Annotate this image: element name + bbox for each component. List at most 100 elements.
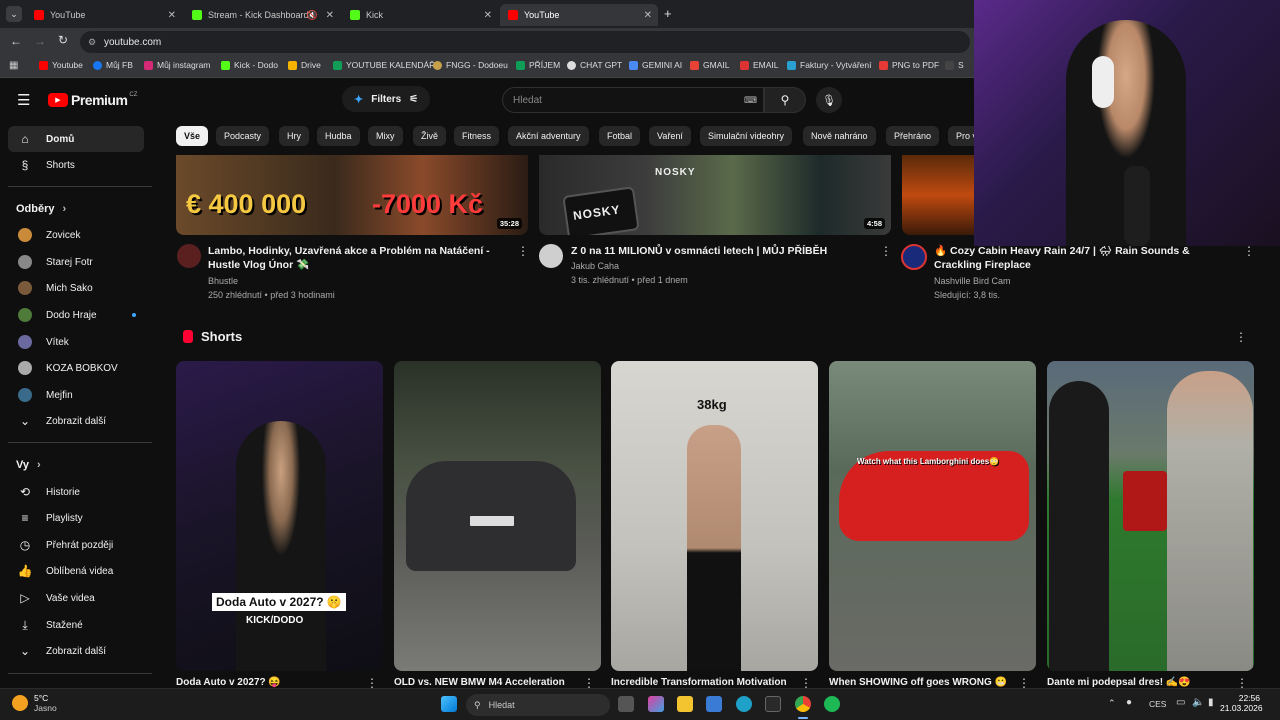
sidebar-item-watch-later[interactable]: ◷ Přehrát později: [8, 532, 144, 558]
terminal-icon[interactable]: [765, 696, 781, 712]
bookmark-fngg[interactable]: FNGG - Dodoeu: [433, 60, 508, 70]
keyboard-icon[interactable]: ⌨: [744, 95, 757, 106]
filters-button[interactable]: ✦ Filters ⚟: [342, 86, 431, 112]
edge-icon[interactable]: [736, 696, 752, 712]
chip-recently-uploaded[interactable]: Nově nahráno: [803, 126, 876, 146]
site-info-icon[interactable]: ⚙: [88, 37, 96, 48]
video-thumbnail[interactable]: NOSKY NOSKY 4:58: [539, 155, 891, 235]
close-icon[interactable]: ✕: [644, 10, 652, 21]
sidebar-item-history[interactable]: ⟲ Historie: [8, 479, 144, 505]
chip-watched[interactable]: Přehráno: [886, 126, 940, 146]
short-title[interactable]: OLD vs. NEW BMW M4 Acceleration: [394, 677, 565, 688]
spotify-icon[interactable]: [824, 696, 840, 712]
you-header[interactable]: Vy ›: [16, 459, 41, 471]
video-title[interactable]: 🔥 Cozy Cabin Heavy Rain 24/7 | 🌧 Rain So…: [934, 244, 1234, 272]
short-title[interactable]: Dante mi podepsal dres! ✍️😍: [1047, 677, 1191, 688]
bookmark-instagram[interactable]: Můj instagram: [144, 60, 210, 70]
chrome-icon[interactable]: [795, 696, 811, 712]
sidebar-item-your-videos[interactable]: ▷ Vaše videa: [8, 585, 144, 611]
youtube-logo[interactable]: ▶ Premium CZ: [48, 92, 137, 108]
url-field[interactable]: ⚙ youtube.com: [80, 31, 970, 53]
bookmark-chatgpt[interactable]: CHAT GPT: [567, 60, 622, 70]
chip-games[interactable]: Hry: [279, 126, 309, 146]
video-thumbnail[interactable]: € 400 000 -7000 Kč 35:28: [176, 155, 528, 235]
chip-podcasts[interactable]: Podcasty: [216, 126, 270, 146]
subscriptions-header[interactable]: Odběry ›: [16, 203, 66, 215]
short-thumbnail[interactable]: 38kg: [611, 361, 818, 671]
video-thumbnail[interactable]: [902, 155, 974, 235]
chip-for-you[interactable]: Pro v: [948, 126, 974, 146]
short-thumbnail[interactable]: [1047, 361, 1254, 671]
short-title[interactable]: When SHOWING off goes WRONG 😬: [829, 677, 1007, 688]
channel-avatar[interactable]: [177, 244, 201, 268]
back-icon[interactable]: ←: [10, 34, 22, 48]
sidebar-subs-show-more[interactable]: ⌄ Zobrazit další: [8, 408, 144, 434]
start-icon[interactable]: [441, 696, 457, 712]
tab-search-button[interactable]: ⌄: [6, 6, 22, 22]
chip-live[interactable]: Živě: [413, 126, 447, 146]
copilot-icon[interactable]: [648, 696, 664, 712]
channel-name[interactable]: Jakub Caha: [571, 259, 619, 273]
bookmark-gmail[interactable]: GMAIL: [690, 60, 729, 70]
sidebar-sub-dodo-hraje[interactable]: Dodo Hraje: [8, 302, 144, 328]
new-tab-button[interactable]: +: [664, 6, 672, 21]
sidebar-sub-mich-sako[interactable]: Mich Sako: [8, 275, 144, 301]
apps-icon[interactable]: ▦: [9, 60, 18, 71]
weather-widget[interactable]: 5°C Jasno: [12, 693, 57, 713]
channel-avatar[interactable]: [901, 244, 927, 270]
sidebar-item-downloads[interactable]: ⤓ Stažené: [8, 612, 144, 638]
more-options-icon[interactable]: ⋮: [517, 244, 529, 258]
chip-fitness[interactable]: Fitness: [454, 126, 500, 146]
store-icon[interactable]: [706, 696, 722, 712]
reload-icon[interactable]: ↻: [58, 33, 68, 47]
channel-avatar[interactable]: [539, 244, 563, 268]
network-icon[interactable]: ▭: [1176, 697, 1185, 708]
clock[interactable]: 22:56 21.03.2026: [1220, 693, 1263, 713]
chip-action-adventure[interactable]: Akční adventury: [508, 126, 589, 146]
chip-simulation[interactable]: Simulační videohry: [700, 126, 793, 146]
chip-all[interactable]: Vše: [176, 126, 209, 146]
sidebar-sub-vitek[interactable]: Vítek: [8, 329, 144, 355]
sidebar-item-playlists[interactable]: ≡ Playlisty: [8, 505, 144, 531]
bookmark-s[interactable]: S: [945, 60, 964, 70]
bookmark-drive[interactable]: Drive: [288, 60, 321, 70]
short-thumbnail[interactable]: Watch what this Lamborghini does😳: [829, 361, 1036, 671]
sidebar-item-home[interactable]: ⌂ Domů: [8, 126, 144, 152]
sidebar-sub-mejfin[interactable]: Mejfin: [8, 382, 144, 408]
bookmark-email[interactable]: EMAIL: [740, 60, 779, 70]
short-thumbnail[interactable]: [394, 361, 601, 671]
short-title[interactable]: Incredible Transformation Motivation: [611, 677, 787, 688]
browser-tab[interactable]: Kick ✕: [342, 4, 498, 26]
bookmark-kick[interactable]: Kick - Dodo: [221, 60, 278, 70]
chip-cooking[interactable]: Vaření: [649, 126, 691, 146]
forward-icon[interactable]: →: [34, 34, 46, 48]
video-title[interactable]: Lambo, Hodinky, Uzavřená akce a Problém …: [208, 244, 514, 272]
file-explorer-icon[interactable]: [677, 696, 693, 712]
more-options-icon[interactable]: ⋮: [1243, 244, 1255, 258]
browser-tab[interactable]: YouTube ✕: [26, 4, 182, 26]
taskbar-search[interactable]: ⚲ Hledat: [466, 694, 610, 716]
tray-chevron-icon[interactable]: ⌃: [1108, 698, 1116, 709]
channel-name[interactable]: Bhustle: [208, 274, 238, 288]
browser-tab[interactable]: Stream - Kick Dashboard 🔇 ✕: [184, 4, 340, 26]
more-options-icon[interactable]: ⋮: [1235, 330, 1247, 344]
bookmark-yt-calendar[interactable]: YOUTUBE KALENDÁŘ: [333, 60, 435, 70]
battery-icon[interactable]: ▮: [1208, 697, 1214, 708]
short-thumbnail[interactable]: Doda Auto v 2027? 🤫 KICK/DODO: [176, 361, 383, 671]
mute-icon[interactable]: 🔇: [307, 10, 318, 21]
tray-mic-icon[interactable]: ●: [1126, 697, 1132, 708]
short-title[interactable]: Doda Auto v 2027? 😝: [176, 677, 281, 688]
menu-icon[interactable]: ☰: [17, 91, 30, 109]
sidebar-sub-zovicek[interactable]: Zovicek: [8, 222, 144, 248]
chip-music[interactable]: Hudba: [317, 126, 360, 146]
video-title[interactable]: Z 0 na 11 MILIONŮ v osmnácti letech | MŮ…: [571, 244, 871, 258]
more-options-icon[interactable]: ⋮: [880, 244, 892, 258]
browser-tab-active[interactable]: YouTube ✕: [500, 4, 658, 26]
bookmark-prijem[interactable]: PŘÍJEM: [516, 60, 560, 70]
sidebar-sub-starej-fotr[interactable]: Starej Fotr: [8, 249, 144, 275]
sidebar-item-liked[interactable]: 👍 Oblíbená videa: [8, 558, 144, 584]
voice-search-button[interactable]: 🎙: [816, 87, 842, 113]
search-button[interactable]: ⚲: [764, 87, 806, 113]
bookmark-invoices[interactable]: Faktury - Vytváření: [787, 60, 871, 70]
task-view-icon[interactable]: [618, 696, 634, 712]
